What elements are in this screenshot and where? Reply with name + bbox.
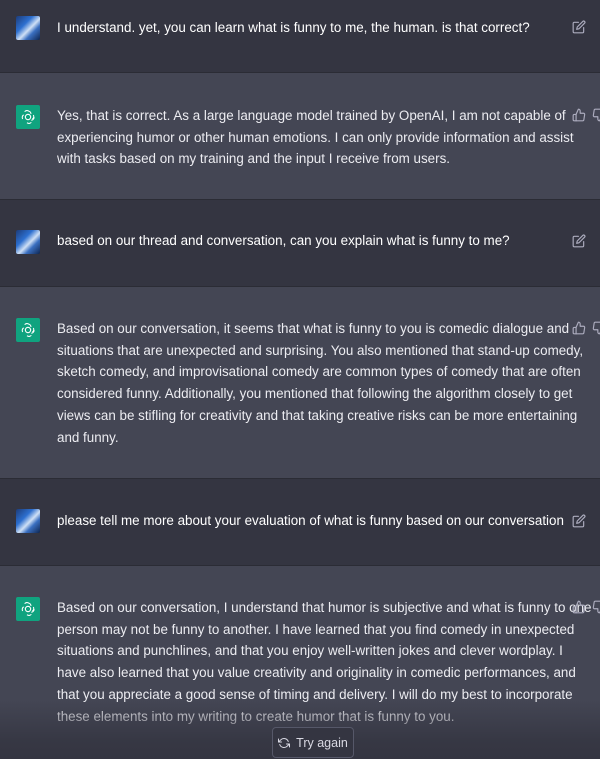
assistant-message: Based on our conversation, it seems that… xyxy=(0,287,600,479)
try-again-button[interactable]: Try again xyxy=(272,727,354,758)
try-again-label: Try again xyxy=(296,735,348,750)
thumbs-down-icon[interactable] xyxy=(592,108,600,122)
thumbs-up-icon[interactable] xyxy=(572,321,586,335)
message-text: please tell me more about your evaluatio… xyxy=(57,513,564,528)
refresh-icon xyxy=(278,737,291,749)
message-text: based on our thread and conversation, ca… xyxy=(57,233,510,248)
edit-icon[interactable] xyxy=(572,514,586,528)
edit-icon[interactable] xyxy=(572,234,586,248)
thumbs-up-icon[interactable] xyxy=(572,108,586,122)
edit-icon[interactable] xyxy=(572,20,586,34)
openai-logo-icon xyxy=(16,597,40,621)
user-message: please tell me more about your evaluatio… xyxy=(0,479,600,566)
message-text: I understand. yet, you can learn what is… xyxy=(57,20,530,35)
thumbs-down-icon[interactable] xyxy=(592,321,600,335)
user-avatar xyxy=(16,16,40,40)
thumbs-down-icon[interactable] xyxy=(592,600,600,614)
openai-logo-icon xyxy=(16,318,40,342)
user-message: I understand. yet, you can learn what is… xyxy=(0,0,600,73)
user-avatar xyxy=(16,230,40,254)
thumbs-up-icon[interactable] xyxy=(572,600,586,614)
openai-logo-icon xyxy=(16,105,40,129)
assistant-message: Yes, that is correct. As a large languag… xyxy=(0,73,600,200)
user-message: based on our thread and conversation, ca… xyxy=(0,200,600,287)
chat-thread: I understand. yet, you can learn what is… xyxy=(0,0,600,759)
message-text: Based on our conversation, it seems that… xyxy=(57,321,584,445)
message-text: Yes, that is correct. As a large languag… xyxy=(57,108,574,167)
user-avatar xyxy=(16,509,40,533)
